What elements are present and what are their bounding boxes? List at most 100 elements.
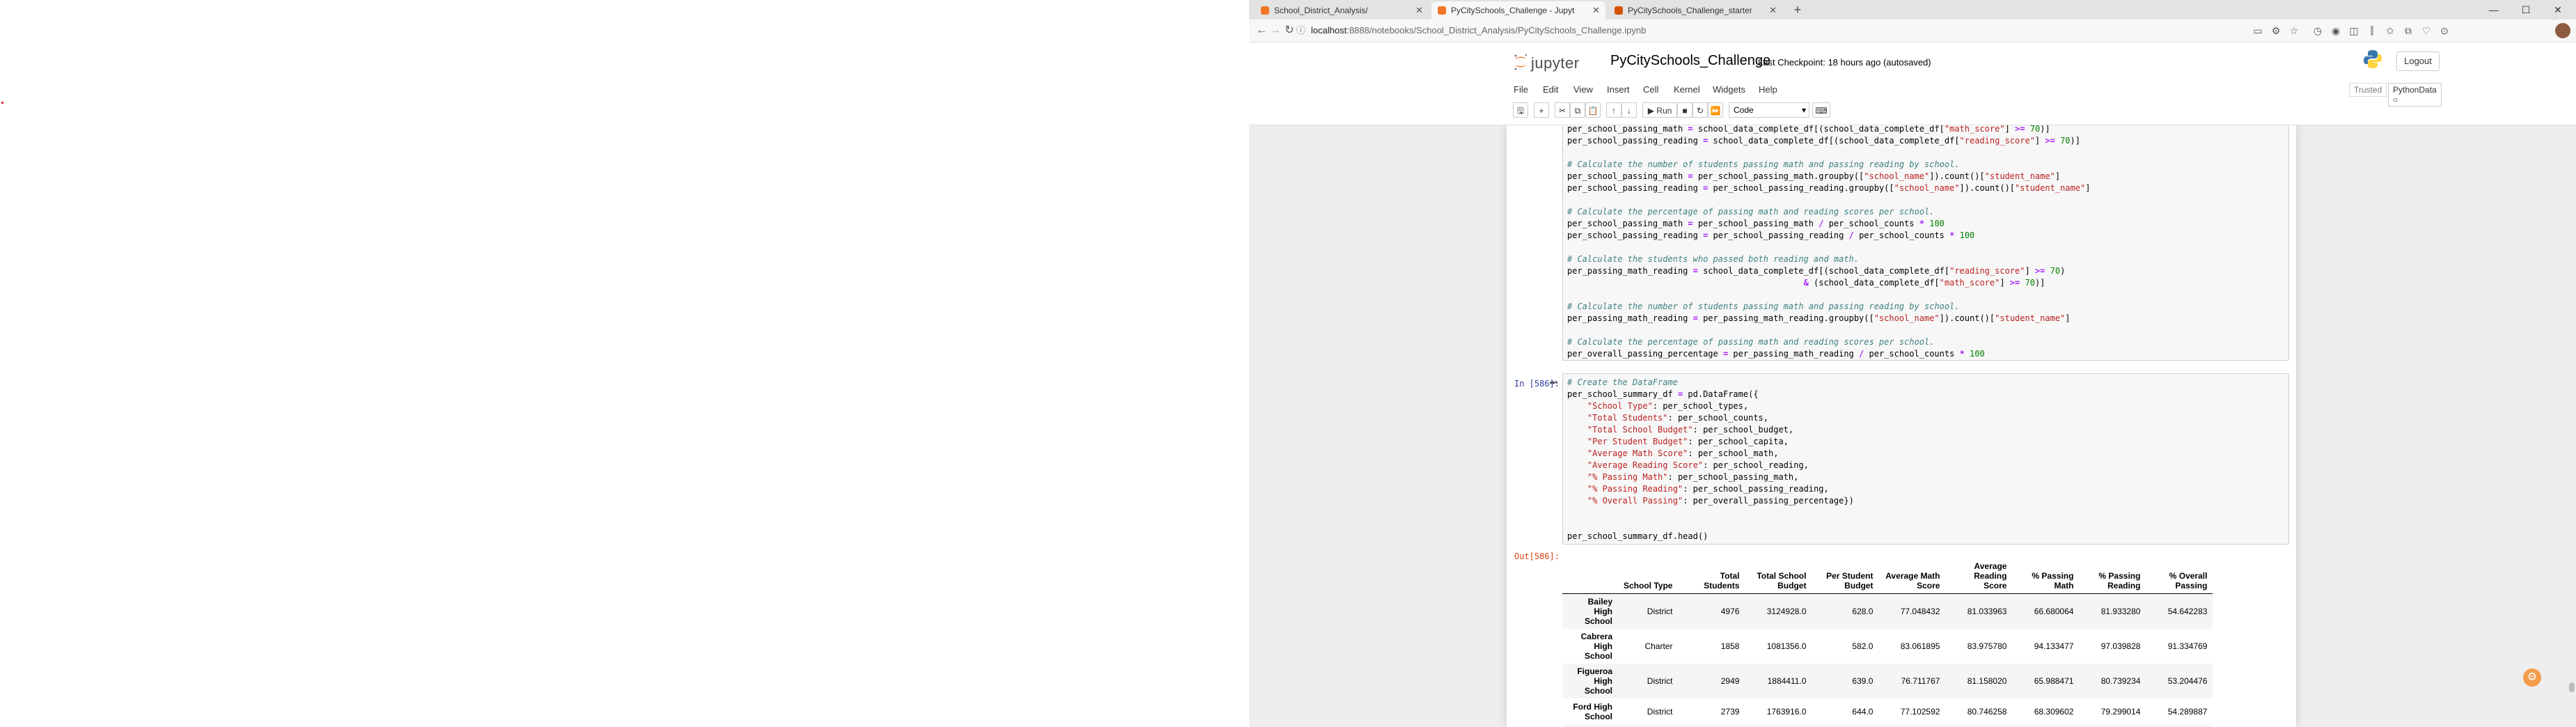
window-icon[interactable]: ◫ bbox=[2348, 24, 2360, 37]
code-line: per_passing_math_reading = school_data_c… bbox=[1567, 266, 2066, 276]
table-cell: District bbox=[1647, 676, 1673, 686]
cell-type-select[interactable]: Code ▾ bbox=[1729, 102, 1809, 118]
code-cell-previous[interactable]: per_school_passing_math = school_data_co… bbox=[1562, 125, 2289, 361]
run-cell-icon[interactable]: ⏭ bbox=[1550, 378, 1558, 388]
table-cell: 77.048432 bbox=[1900, 607, 1940, 616]
row-index: Ford High School bbox=[1573, 702, 1612, 721]
python-logo-icon bbox=[2364, 50, 2382, 68]
code-line: per_school_passing_reading = per_school_… bbox=[1567, 183, 2091, 193]
close-icon[interactable]: ✕ bbox=[1592, 1, 1600, 19]
table-cell: 81.158020 bbox=[1967, 676, 2007, 686]
menu-view[interactable]: View bbox=[1573, 84, 1593, 95]
menu-cell[interactable]: Cell bbox=[1643, 84, 1658, 95]
table-cell: 644.0 bbox=[1852, 707, 1874, 717]
code-line: "School Type": per_school_types, bbox=[1587, 401, 1749, 411]
url-path: :8888/notebooks/School_District_Analysis… bbox=[1346, 25, 1647, 36]
address-row: ← → ↻ ⓘ localhost:8888/notebooks/School_D… bbox=[1249, 19, 2576, 42]
extensions-icon[interactable]: ⚙ bbox=[2270, 24, 2282, 37]
interrupt-button[interactable]: ■ bbox=[1677, 102, 1693, 118]
close-window-button[interactable]: ✕ bbox=[2544, 0, 2572, 19]
code-editor[interactable]: # Create the DataFrame per_school_summar… bbox=[1563, 374, 2288, 545]
copy-button[interactable]: ⧉ bbox=[1570, 102, 1585, 118]
chevron-down-icon: ▾ bbox=[1801, 105, 1806, 115]
table-cell: 54.289887 bbox=[2167, 707, 2208, 717]
restart-run-all-button[interactable]: ⏩ bbox=[1708, 102, 1723, 118]
code-editor[interactable]: per_school_passing_math = school_data_co… bbox=[1563, 125, 2288, 363]
menu-insert[interactable]: Insert bbox=[1607, 84, 1630, 95]
column-header: % Overall Passing bbox=[2146, 558, 2213, 594]
move-up-button[interactable]: ↑ bbox=[1606, 102, 1621, 118]
code-line: "Average Math Score": per_school_math, bbox=[1587, 448, 1779, 458]
table-cell: 65.988471 bbox=[2034, 676, 2074, 686]
move-down-button[interactable]: ↓ bbox=[1621, 102, 1637, 118]
notebook-name[interactable]: PyCitySchools_Challenge bbox=[1610, 53, 1770, 69]
insert-cell-button[interactable]: + bbox=[1534, 102, 1549, 118]
maximize-button[interactable]: ☐ bbox=[2512, 0, 2540, 19]
reload-icon[interactable]: ↻ bbox=[1281, 22, 1298, 39]
table-cell: District bbox=[1647, 607, 1673, 616]
save-button[interactable]: 🖫 bbox=[1513, 102, 1528, 118]
history-icon[interactable]: ◷ bbox=[2311, 24, 2324, 37]
restart-button[interactable]: ↻ bbox=[1693, 102, 1708, 118]
tab-pycityschools-challenge[interactable]: PyCitySchools_Challenge - Jupyt ✕ bbox=[1431, 1, 1605, 19]
code-cell-summary[interactable]: # Create the DataFrame per_school_summar… bbox=[1562, 373, 2289, 545]
paste-button[interactable]: 📋 bbox=[1585, 102, 1601, 118]
heart-icon[interactable]: ♡ bbox=[2420, 24, 2433, 37]
code-line: # Calculate the percentage of passing ma… bbox=[1567, 207, 1935, 217]
account-icon[interactable]: ⊙ bbox=[2438, 24, 2451, 37]
table-cell: 639.0 bbox=[1852, 676, 1874, 686]
app-icon[interactable]: ◉ bbox=[2330, 24, 2342, 37]
split-icon[interactable]: ⫿ bbox=[2366, 24, 2378, 37]
new-tab-button[interactable]: + bbox=[1789, 1, 1806, 18]
table-cell: 68.309602 bbox=[2034, 707, 2074, 717]
table-body: Bailey High School District 4976 3124928.0 6… bbox=[1562, 593, 2213, 727]
run-button[interactable]: ▶ Run bbox=[1642, 102, 1677, 118]
code-line: "Average Reading Score": per_school_read… bbox=[1587, 460, 1809, 470]
scrollbar[interactable] bbox=[2569, 682, 2575, 692]
command-palette-button[interactable]: ⌨ bbox=[1812, 102, 1830, 118]
code-line: "Per Student Budget": per_school_capita, bbox=[1587, 437, 1789, 446]
tab-title: PyCitySchools_Challenge_starter bbox=[1628, 6, 1752, 15]
close-icon[interactable]: ✕ bbox=[1769, 1, 1777, 19]
menu-help[interactable]: Help bbox=[1759, 84, 1777, 95]
screen-share-icon[interactable]: ▭ bbox=[2252, 24, 2264, 37]
avatar[interactable] bbox=[2555, 23, 2570, 38]
favorite-star-icon[interactable]: ☆ bbox=[2288, 24, 2300, 37]
tab-school-district[interactable]: School_District_Analysis/ ✕ bbox=[1255, 1, 1429, 19]
table-cell: 628.0 bbox=[1852, 607, 1874, 616]
cut-button[interactable]: ✂ bbox=[1555, 102, 1570, 118]
logout-button[interactable]: Logout bbox=[2396, 52, 2440, 71]
table-cell: 80.746258 bbox=[1967, 707, 2007, 717]
collections-icon[interactable]: ⧉ bbox=[2402, 24, 2414, 37]
row-index: Figueroa High School bbox=[1577, 666, 1612, 696]
jupyter-logo[interactable]: jupyter bbox=[1513, 51, 1603, 75]
kernel-name: PythonData bbox=[2393, 85, 2437, 95]
favorites-icon[interactable]: ✩ bbox=[2384, 24, 2396, 37]
tab-title: PyCitySchools_Challenge - Jupyt bbox=[1451, 6, 1575, 15]
menu-kernel[interactable]: Kernel bbox=[1674, 84, 1700, 95]
table-cell: 91.334769 bbox=[2167, 641, 2208, 651]
menu-edit[interactable]: Edit bbox=[1543, 84, 1558, 95]
jupyter-logo-icon bbox=[1514, 54, 1527, 70]
jupyter-tab-icon bbox=[1261, 6, 1269, 15]
code-line: # Create the DataFrame bbox=[1567, 377, 1678, 387]
code-line: per_school_passing_reading = school_data… bbox=[1567, 136, 2080, 146]
column-header: Total School Budget bbox=[1745, 558, 1812, 594]
menu-file[interactable]: File bbox=[1514, 84, 1528, 95]
kernel-idle-icon: ○ bbox=[2393, 95, 2398, 104]
output-prompt: Out[586]: bbox=[1514, 552, 1560, 561]
table-cell: 94.133477 bbox=[2034, 641, 2074, 651]
table-cell: District bbox=[1647, 707, 1673, 717]
checkpoint-text: Last Checkpoint: 18 hours ago bbox=[1758, 57, 1881, 68]
minimize-button[interactable]: — bbox=[2480, 0, 2508, 19]
code-line: per_school_passing_reading = per_school_… bbox=[1567, 230, 1975, 240]
close-icon[interactable]: ✕ bbox=[1415, 1, 1423, 19]
table-header: School Type Total Students Total School Bu… bbox=[1562, 558, 2213, 594]
notebook-container: per_school_passing_math = school_data_co… bbox=[1507, 125, 2296, 727]
settings-gear-icon[interactable]: ⚙ bbox=[2523, 669, 2541, 687]
menu-widgets[interactable]: Widgets bbox=[1713, 84, 1745, 95]
tab-pycityschools-starter[interactable]: PyCitySchools_Challenge_starter ✕ bbox=[1608, 1, 1782, 19]
table-row: Ford High School District 2739 1763916.0 644… bbox=[1562, 698, 2213, 725]
trusted-indicator[interactable]: Trusted bbox=[2349, 83, 2387, 97]
address-bar[interactable]: ⓘ localhost:8888/notebooks/School_Distric… bbox=[1296, 22, 2236, 40]
